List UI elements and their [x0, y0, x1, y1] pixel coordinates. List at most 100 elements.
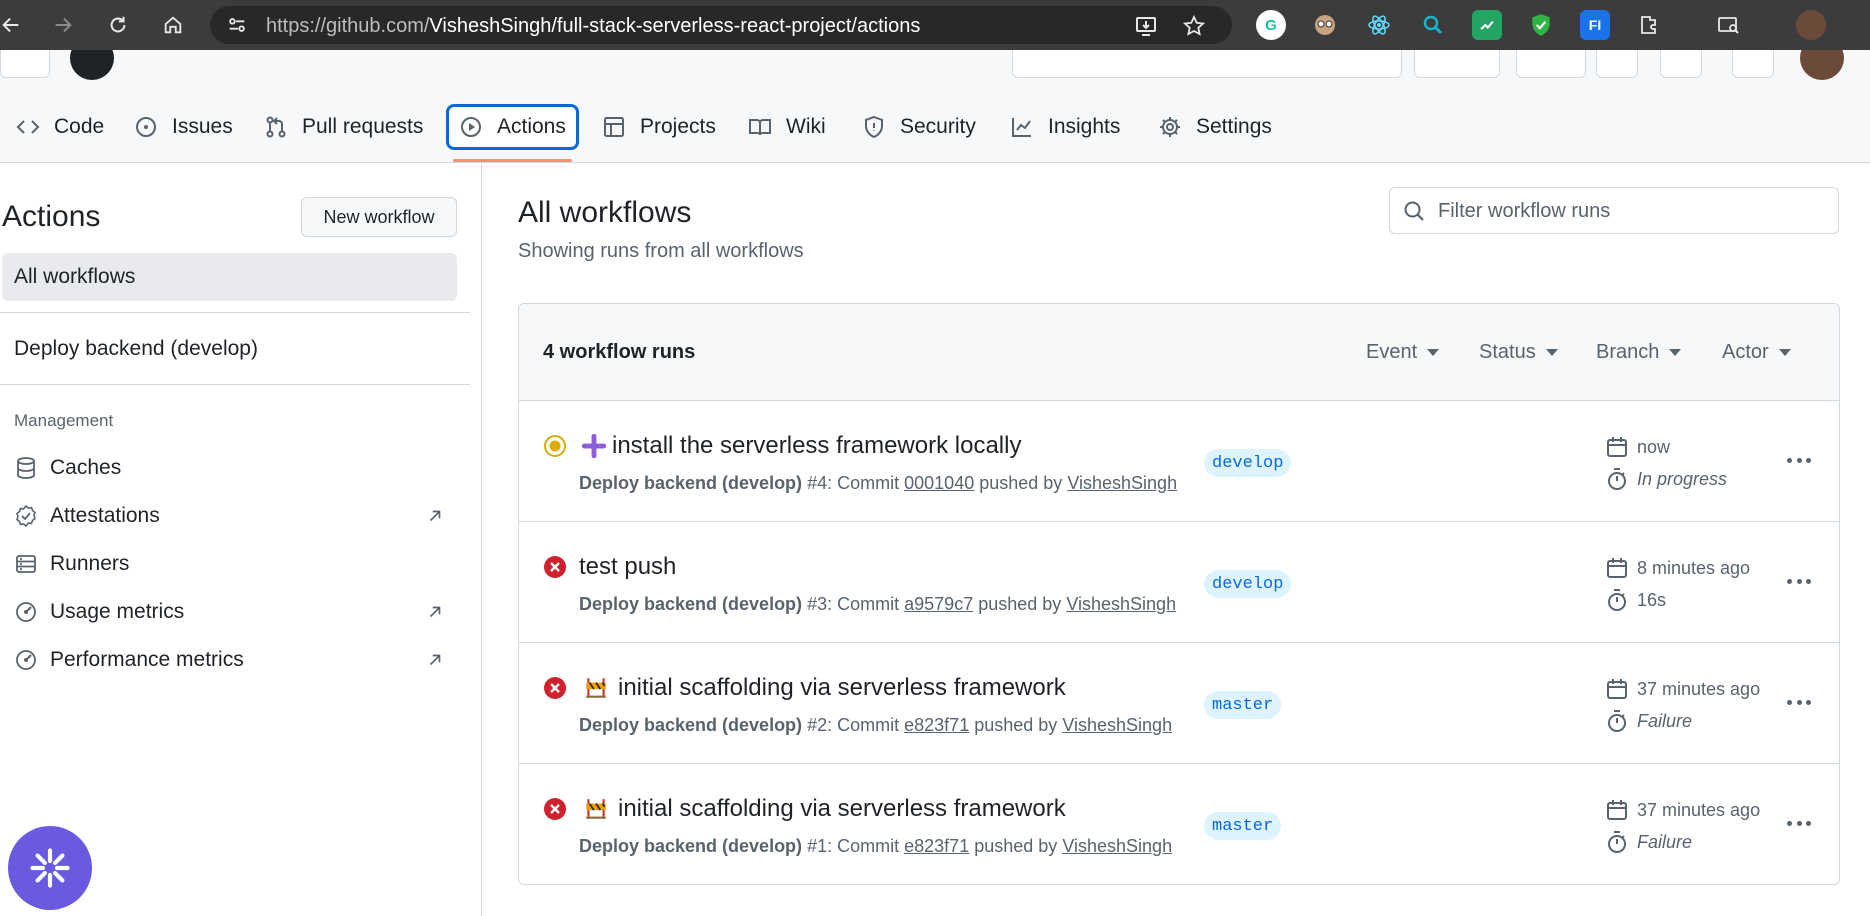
back-icon[interactable] [0, 10, 26, 40]
grammarly-extension-icon[interactable]: G [1256, 10, 1286, 40]
sidebar-item-performance-metrics[interactable]: Performance metrics [14, 642, 444, 678]
workflow-run-row[interactable]: initial scaffolding via serverless frame… [519, 643, 1839, 764]
tab-projects[interactable]: Projects [592, 104, 726, 150]
run-workflow-name: Deploy backend (develop) [579, 594, 803, 614]
new-workflow-button[interactable]: New workflow [301, 197, 457, 237]
profile-avatar[interactable] [1796, 10, 1826, 40]
tab-security[interactable]: Security [852, 104, 986, 150]
sidebar-item-attestations[interactable]: Attestations [14, 498, 444, 534]
workflow-run-row[interactable]: initial scaffolding via serverless frame… [519, 764, 1839, 884]
run-number: #2 [807, 715, 828, 735]
run-title[interactable]: test push [579, 553, 676, 581]
shield-extension-icon[interactable] [1526, 10, 1556, 40]
actor-link[interactable]: VisheshSingh [1067, 473, 1177, 493]
workflow-run-row[interactable]: install the serverless framework locally… [519, 401, 1839, 522]
tab-insights[interactable]: Insights [1000, 104, 1130, 150]
puzzle-extensions-icon[interactable] [1634, 10, 1664, 40]
sidebar-item-usage-metrics[interactable]: Usage metrics [14, 594, 444, 630]
run-menu-button[interactable] [1781, 566, 1817, 596]
issues-button[interactable] [1596, 50, 1638, 78]
address-bar[interactable]: https://github.com/VisheshSingh/full-sta… [210, 6, 1232, 44]
bookmark-star-icon[interactable] [1182, 14, 1206, 38]
notifications-button[interactable] [1732, 50, 1774, 78]
commit-link[interactable]: e823f71 [904, 715, 969, 735]
run-workflow-name: Deploy backend (develop) [579, 473, 803, 493]
react-devtools-extension-icon[interactable] [1364, 10, 1394, 40]
failure-status-icon [544, 677, 566, 699]
run-menu-button[interactable] [1781, 687, 1817, 717]
filter-workflow-runs[interactable] [1389, 187, 1839, 234]
commit-label: Commit [837, 473, 900, 493]
actor-link[interactable]: VisheshSingh [1062, 836, 1172, 856]
run-duration-text: Failure [1637, 710, 1693, 731]
tab-issues[interactable]: Issues [124, 104, 243, 150]
branch-filter-dropdown[interactable]: Branch [1596, 341, 1682, 364]
branch-badge[interactable]: master [1204, 812, 1282, 840]
github-logo-icon[interactable] [70, 50, 114, 80]
install-app-icon[interactable] [1134, 14, 1158, 38]
sidebar-item-workflow[interactable]: Deploy backend (develop) [2, 325, 457, 373]
commit-link[interactable]: e823f71 [904, 836, 969, 856]
run-title[interactable]: initial scaffolding via serverless frame… [618, 795, 1066, 823]
external-link-icon [429, 510, 441, 522]
dropdown-label: Event [1366, 341, 1418, 363]
divider [0, 384, 470, 385]
commit-label: Commit [837, 715, 900, 735]
user-avatar[interactable] [1800, 50, 1844, 80]
reload-icon[interactable] [103, 10, 133, 40]
run-number: #4 [807, 473, 828, 493]
run-number: #3 [807, 594, 828, 614]
workflow-run-row[interactable]: test push Deploy backend (develop) #3: C… [519, 522, 1839, 643]
run-menu-button[interactable] [1781, 808, 1817, 838]
sidebar-item-caches[interactable]: Caches [14, 450, 444, 486]
run-meta: Deploy backend (develop) #1: Commit e823… [579, 836, 1173, 856]
in-progress-status-icon [544, 435, 566, 457]
run-time-text: 37 minutes ago [1637, 678, 1761, 699]
tab-pull-requests[interactable]: Pull requests [254, 104, 433, 150]
tab-search-icon[interactable] [1714, 10, 1744, 40]
pull-request-icon [266, 116, 286, 138]
actor-filter-dropdown[interactable]: Actor [1722, 341, 1791, 364]
browser-toolbar: https://github.com/VisheshSingh/full-sta… [0, 0, 1870, 50]
tab-actions[interactable]: Actions [446, 104, 579, 162]
pull-requests-button[interactable] [1660, 50, 1702, 78]
branch-badge[interactable]: master [1204, 691, 1282, 719]
run-number: #1 [807, 836, 828, 856]
sidebar-item-all-workflows[interactable]: All workflows [2, 253, 457, 301]
run-title[interactable]: initial scaffolding via serverless frame… [618, 674, 1066, 702]
create-new-button[interactable] [1516, 50, 1586, 78]
copilot-button[interactable] [1414, 50, 1500, 78]
branch-badge[interactable]: develop [1204, 449, 1292, 477]
sidebar-item-runners[interactable]: Runners [14, 546, 444, 582]
commit-label: Commit [837, 836, 900, 856]
page-title: All workflows [518, 196, 692, 229]
runs-count: 4 workflow runs [543, 341, 696, 363]
search-extension-icon[interactable] [1418, 10, 1448, 40]
site-info-icon[interactable] [226, 14, 248, 36]
divider [0, 312, 470, 313]
run-time: 8 minutes ago [1605, 556, 1750, 580]
commit-link[interactable]: 0001040 [904, 473, 974, 493]
menu-button[interactable] [0, 50, 50, 78]
commit-link[interactable]: a9579c7 [904, 594, 973, 614]
actor-link[interactable]: VisheshSingh [1062, 715, 1172, 735]
eyes-extension-icon[interactable] [1310, 10, 1340, 40]
tab-settings[interactable]: Settings [1148, 104, 1282, 150]
chat-assistant-button[interactable] [8, 826, 92, 910]
filter-input[interactable] [1438, 196, 1828, 226]
tab-code[interactable]: Code [6, 104, 114, 150]
home-icon[interactable] [158, 10, 188, 40]
branch-badge[interactable]: develop [1204, 570, 1292, 598]
fi-extension-icon[interactable]: FI [1580, 10, 1610, 40]
run-menu-button[interactable] [1781, 445, 1817, 475]
tab-wiki[interactable]: Wiki [738, 104, 836, 150]
actor-link[interactable]: VisheshSingh [1066, 594, 1176, 614]
event-filter-dropdown[interactable]: Event [1366, 341, 1440, 364]
status-filter-dropdown[interactable]: Status [1479, 341, 1558, 364]
database-icon [17, 457, 35, 479]
sheets-extension-icon[interactable] [1472, 10, 1502, 40]
run-title[interactable]: install the serverless framework locally [612, 432, 1021, 460]
run-workflow-name: Deploy backend (develop) [579, 836, 803, 856]
forward-icon[interactable] [48, 10, 78, 40]
global-search-input[interactable] [1012, 50, 1402, 78]
